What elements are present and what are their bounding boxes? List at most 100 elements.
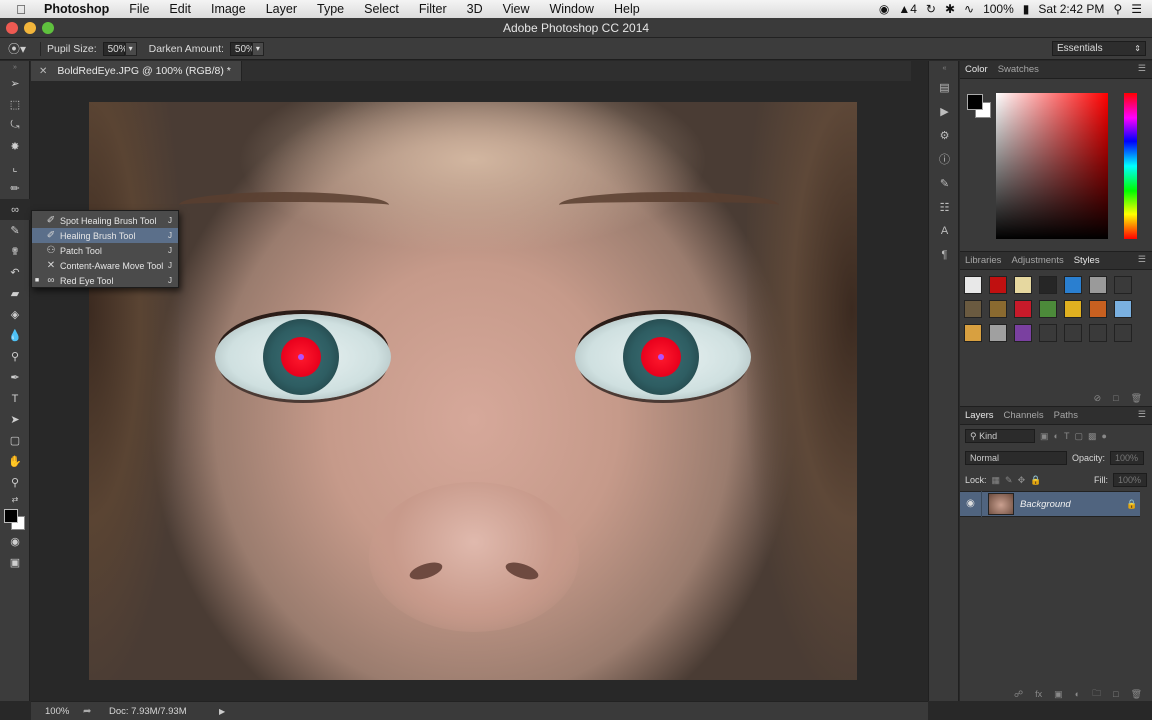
close-tab-icon[interactable]: ✕ — [39, 66, 47, 77]
color-spectrum-field[interactable] — [996, 93, 1108, 239]
apple-menu-icon[interactable]:  — [14, 2, 28, 17]
new-group-icon[interactable]: 🗀 — [1092, 686, 1101, 702]
style-swatch[interactable] — [1014, 324, 1032, 342]
menu-select[interactable]: Select — [354, 2, 409, 16]
screen-mode-icon[interactable]: ▣ — [0, 552, 30, 573]
menu-file[interactable]: File — [119, 2, 159, 16]
flyout-spot-healing-brush[interactable]: ✐ Spot Healing Brush Tool J — [32, 213, 178, 228]
style-swatch[interactable] — [989, 276, 1007, 294]
filter-smart-object-icon[interactable]: ▩ — [1088, 431, 1097, 442]
crop-tool-icon[interactable]: ⌞ — [0, 157, 30, 178]
battery-icon[interactable]: ▮ — [1023, 2, 1030, 16]
layer-filter-dropdown[interactable]: ⚲ Kind — [965, 429, 1035, 443]
filter-toggle-icon[interactable]: ● — [1101, 431, 1106, 441]
hand-tool-icon[interactable]: ✋ — [0, 451, 30, 472]
tab-libraries[interactable]: Libraries — [960, 255, 1006, 266]
tab-swatches[interactable]: Swatches — [993, 64, 1044, 75]
adjustment-layer-icon[interactable]: ◐ — [1075, 689, 1080, 699]
style-swatch[interactable] — [1064, 300, 1082, 318]
document-tab[interactable]: ✕ BoldRedEye.JPG @ 100% (RGB/8) * — [31, 61, 242, 81]
record-icon[interactable]: ◉ — [879, 2, 889, 16]
quick-mask-icon[interactable]: ◉ — [0, 531, 30, 552]
color-panel-fg-bg[interactable] — [967, 94, 995, 122]
fill-input[interactable]: 100% — [1113, 473, 1147, 487]
rectangle-tool-icon[interactable]: ▢ — [0, 430, 30, 451]
clone-stamp-tool-icon[interactable]: ✟ — [0, 241, 30, 262]
style-swatch[interactable] — [1039, 324, 1057, 342]
collapse-dock-icon[interactable]: « — [929, 61, 960, 75]
hue-slider[interactable] — [1124, 93, 1137, 239]
panel-menu-icon[interactable]: ☰ — [1138, 63, 1146, 74]
properties-panel-icon[interactable]: ⚙ — [929, 123, 960, 147]
time-machine-icon[interactable]: ↻ — [926, 2, 936, 16]
style-swatch[interactable] — [964, 300, 982, 318]
clock[interactable]: Sat 2:42 PM — [1038, 2, 1104, 16]
delete-style-icon[interactable]: 🗑 — [1131, 393, 1142, 404]
style-swatch[interactable] — [1039, 276, 1057, 294]
style-swatch[interactable] — [1114, 324, 1132, 342]
wifi-icon[interactable]: ∿ — [964, 2, 974, 16]
menu-view[interactable]: View — [493, 2, 540, 16]
menu-window[interactable]: Window — [540, 2, 604, 16]
style-swatch[interactable] — [1064, 276, 1082, 294]
clear-style-icon[interactable]: ⊘ — [1094, 393, 1102, 404]
brush-panel-icon[interactable]: ✎ — [929, 171, 960, 195]
tab-paths[interactable]: Paths — [1049, 410, 1083, 421]
notification-center-icon[interactable]: ☰ — [1131, 2, 1142, 16]
status-menu-arrow-icon[interactable]: ▶ — [219, 707, 225, 716]
tab-channels[interactable]: Channels — [999, 410, 1049, 421]
style-swatch[interactable] — [1064, 324, 1082, 342]
new-layer-icon[interactable]: □ — [1113, 689, 1118, 699]
menu-type[interactable]: Type — [307, 2, 354, 16]
character-panel-icon[interactable]: A — [929, 219, 960, 243]
quick-selection-tool-icon[interactable]: ✸ — [0, 136, 30, 157]
tool-preset-icon[interactable]: ⦿▾ — [0, 40, 34, 57]
workspace-switcher[interactable]: Essentials ⇕ — [1052, 41, 1146, 56]
tab-layers[interactable]: Layers — [960, 410, 999, 421]
flyout-healing-brush[interactable]: ✐ Healing Brush Tool J — [32, 228, 178, 243]
layer-style-icon[interactable]: fx — [1035, 689, 1042, 699]
link-layers-icon[interactable]: ☍ — [1014, 689, 1023, 700]
brush-tool-icon[interactable]: ✎ — [0, 220, 30, 241]
spotlight-search-icon[interactable]: ⚲ — [1113, 2, 1122, 16]
adobe-icon[interactable]: ▲4 — [898, 2, 917, 16]
minimize-window-button[interactable] — [24, 22, 36, 34]
style-swatch[interactable] — [1014, 300, 1032, 318]
style-swatch[interactable] — [1089, 276, 1107, 294]
panel-menu-icon[interactable]: ☰ — [1138, 409, 1146, 420]
history-panel-icon[interactable]: ▤ — [929, 75, 960, 99]
style-swatch[interactable] — [1014, 276, 1032, 294]
flyout-patch[interactable]: ⚇ Patch Tool J — [32, 243, 178, 258]
layer-row-background[interactable]: ◉ Background 🔒 — [960, 491, 1140, 517]
photo-canvas[interactable] — [89, 102, 857, 680]
menu-image[interactable]: Image — [201, 2, 256, 16]
darken-amount-dropdown[interactable]: ▾ — [251, 41, 264, 56]
tab-adjustments[interactable]: Adjustments — [1006, 255, 1068, 266]
flyout-content-aware-move[interactable]: ✕ Content-Aware Move Tool J — [32, 258, 178, 273]
style-swatch[interactable] — [1114, 300, 1132, 318]
zoom-window-button[interactable] — [42, 22, 54, 34]
eraser-tool-icon[interactable]: ▰ — [0, 283, 30, 304]
actions-panel-icon[interactable]: ▶ — [929, 99, 960, 123]
lock-pixels-icon[interactable]: ✎ — [1005, 475, 1013, 486]
color-panel-foreground[interactable] — [967, 94, 983, 110]
canvas-area[interactable] — [31, 81, 911, 699]
filter-pixel-icon[interactable]: ▣ — [1040, 431, 1049, 442]
flyout-red-eye[interactable]: ■ ∞ Red Eye Tool J — [32, 273, 178, 288]
move-tool-icon[interactable]: ➢ — [0, 73, 30, 94]
path-selection-tool-icon[interactable]: ➤ — [0, 409, 30, 430]
style-swatch[interactable] — [1039, 300, 1057, 318]
menu-edit[interactable]: Edit — [159, 2, 201, 16]
delete-layer-icon[interactable]: 🗑 — [1131, 689, 1142, 700]
close-window-button[interactable] — [6, 22, 18, 34]
style-swatch[interactable] — [989, 300, 1007, 318]
eye-visibility-icon[interactable]: ◉ — [960, 491, 982, 517]
dodge-tool-icon[interactable]: ⚲ — [0, 346, 30, 367]
lasso-tool-icon[interactable]: ⤿ — [0, 115, 30, 136]
bluetooth-icon[interactable]: ✱ — [945, 2, 955, 16]
style-swatch[interactable] — [964, 324, 982, 342]
filter-type-icon[interactable]: T — [1064, 431, 1070, 441]
zoom-tool-icon[interactable]: ⚲ — [0, 472, 30, 493]
panel-menu-icon[interactable]: ☰ — [1138, 254, 1146, 265]
menu-layer[interactable]: Layer — [256, 2, 307, 16]
